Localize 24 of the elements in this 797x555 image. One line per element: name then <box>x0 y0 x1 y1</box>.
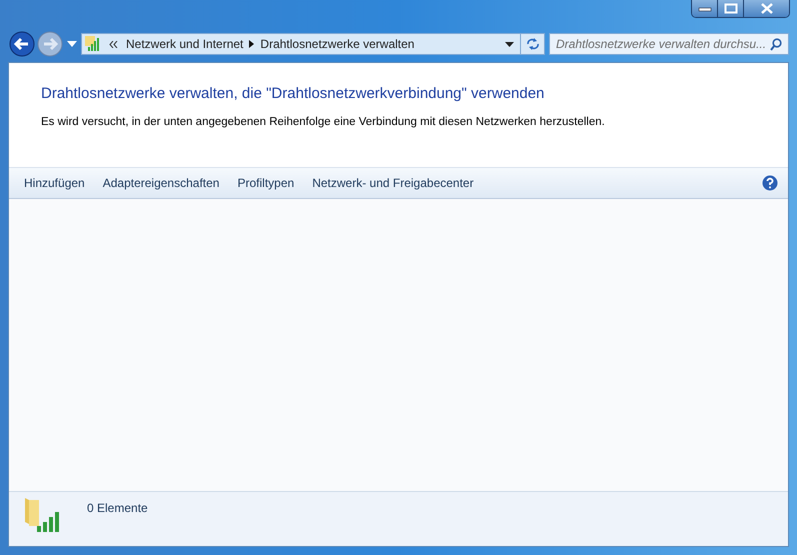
maximize-icon <box>724 3 738 14</box>
maximize-button[interactable] <box>718 0 744 17</box>
page-description: Es wird versucht, in der unten angegebenen Reihenfolge eine Verbindung mit diesen Netzwerken herzustellen. <box>41 116 606 128</box>
toolbar-button[interactable]: Netzwerk- und Freigabecenter <box>303 173 483 193</box>
toolbar-button[interactable]: Hinzufügen <box>15 173 94 193</box>
address-bar[interactable]: Netzwerk und Internet Drahtlosnetzwerke verwalten <box>81 33 545 55</box>
refresh-icon <box>526 38 540 50</box>
help-icon[interactable] <box>762 175 778 191</box>
minimize-icon <box>698 6 712 12</box>
search-icon <box>770 38 782 50</box>
toolbar-button[interactable]: Adaptereigenschaften <box>94 173 228 193</box>
minimize-button[interactable] <box>692 0 718 17</box>
breadcrumb-arrow-icon[interactable] <box>249 40 254 48</box>
toolbar-button[interactable]: Profiltypen <box>228 173 304 193</box>
item-count: 0 Elemente <box>87 501 148 515</box>
close-icon <box>760 3 774 14</box>
close-button[interactable] <box>744 0 789 17</box>
breadcrumb[interactable]: Netzwerk und Internet <box>126 37 244 51</box>
overflow-chevron-icon[interactable] <box>109 40 118 48</box>
search-field[interactable]: Drahtlosnetzwerke verwalten durchsu... <box>549 33 789 55</box>
back-button[interactable] <box>8 30 36 58</box>
breadcrumb[interactable]: Drahtlosnetzwerke verwalten <box>260 37 414 51</box>
history-dropdown-icon[interactable] <box>64 39 80 49</box>
page-heading: Drahtlosnetzwerke verwalten, die "Drahtlosnetzwerkverbindung" verwenden <box>41 85 546 102</box>
